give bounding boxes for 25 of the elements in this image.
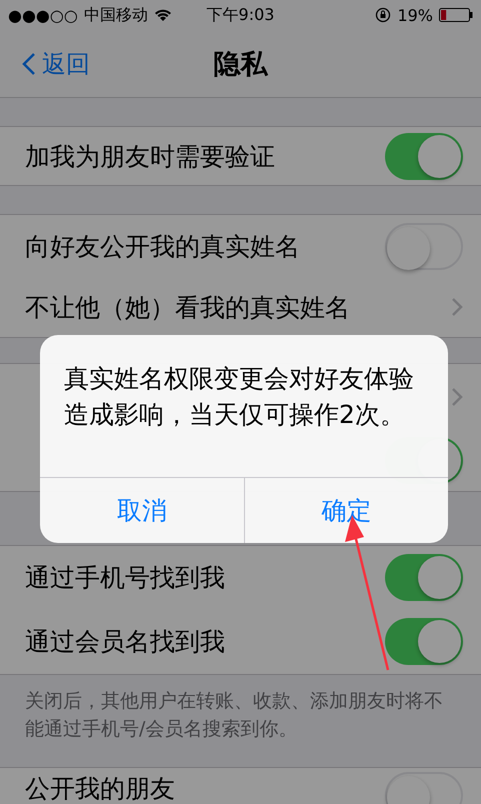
- setting-label: 加我为朋友时需要验证: [25, 140, 276, 172]
- battery-icon: [439, 8, 473, 22]
- chevron-icon: [451, 297, 463, 317]
- rotation-lock-icon: [375, 7, 392, 23]
- chevron-icon: [451, 386, 463, 406]
- toggle-switch[interactable]: [385, 132, 463, 180]
- footer-note: 关闭后，其他用户在转账、收款、添加朋友时将不能通过手机号/会员名搜索到你。: [24, 689, 444, 742]
- battery-percent: 19%: [397, 6, 433, 24]
- setting-label: 向好友公开我的真实姓名: [25, 230, 301, 262]
- setting-label: 公开我的朋友: [25, 773, 176, 804]
- toggle-switch[interactable]: [385, 222, 463, 270]
- setting-label: 通过手机号找到我: [25, 562, 226, 594]
- dialog-button[interactable]: 取消: [40, 478, 244, 543]
- back-button[interactable]: 返回: [0, 48, 214, 80]
- toggle-switch[interactable]: [385, 554, 463, 600]
- back-chevron-icon: [22, 52, 36, 76]
- setting-label: 通过会员名找到我: [25, 626, 226, 658]
- carrier-name: 中国移动: [84, 4, 148, 26]
- wifi-icon: [154, 8, 172, 22]
- setting-label: 不让他（她）看我的真实姓名: [25, 292, 351, 324]
- status-time: 下午9:03: [206, 4, 274, 26]
- alert-message: 真实姓名权限变更会对好友体验造成影响，当天仅可操作2次。: [64, 363, 415, 431]
- toggle-switch[interactable]: [385, 618, 463, 664]
- page-title: 隐私: [214, 48, 268, 82]
- signal-dots: ●●●○○: [8, 6, 78, 24]
